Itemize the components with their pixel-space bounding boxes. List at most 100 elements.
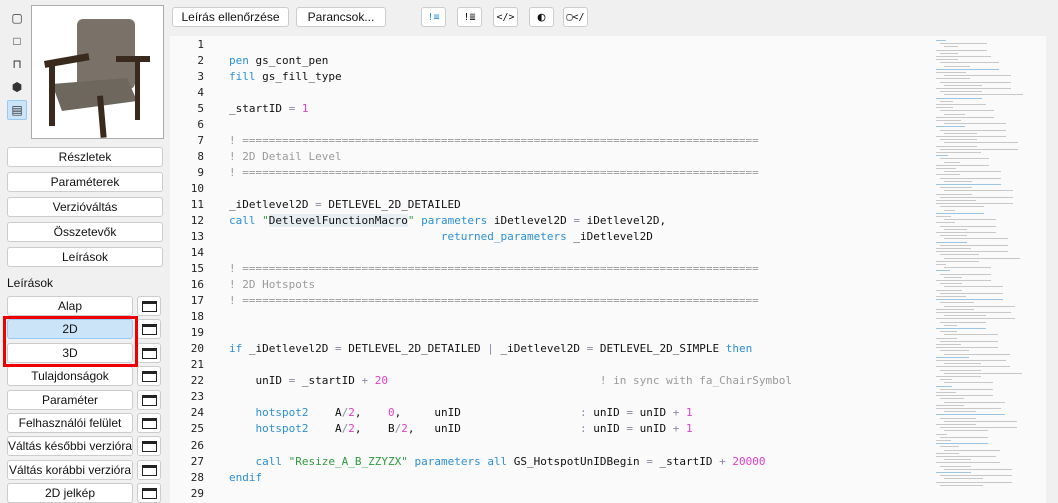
theme-contrast-icon[interactable]: ◐ xyxy=(529,7,554,27)
line-number: 1 xyxy=(197,38,204,51)
warning-list-icon[interactable]: !≡ xyxy=(421,7,446,27)
nav-button[interactable]: Részletek xyxy=(7,147,163,167)
window-icon xyxy=(142,371,157,383)
code-token: _startID xyxy=(652,454,720,468)
open-window-button[interactable] xyxy=(137,342,161,363)
line-number: 5 xyxy=(197,102,204,116)
minimap-line xyxy=(944,411,976,413)
minimap-line xyxy=(936,443,988,445)
window-icon xyxy=(142,394,157,406)
code-token: parameters all xyxy=(414,454,508,468)
code-token: 1 xyxy=(301,102,309,116)
script-button[interactable]: Alap xyxy=(7,296,133,316)
minimap-line xyxy=(944,65,970,67)
minimap-line xyxy=(944,267,991,269)
minimap-line xyxy=(940,398,964,400)
minimap-line xyxy=(936,49,987,51)
code-token: gs_fill_type xyxy=(255,70,342,84)
code-format-icon[interactable]: </> xyxy=(493,7,518,27)
code-text: returned_parameters _iDetlevel2D xyxy=(229,229,653,245)
commands-button[interactable]: Parancsok... xyxy=(296,7,386,27)
minimap-line xyxy=(940,100,953,102)
minimap-line xyxy=(944,324,957,326)
scripts-heading: Leírások xyxy=(7,276,54,290)
minimap-line xyxy=(936,344,961,345)
check-script-button[interactable]: Leírás ellenőrzése xyxy=(172,7,289,27)
minimap-line xyxy=(936,356,969,358)
minimap-line xyxy=(944,190,1013,192)
open-window-button[interactable] xyxy=(137,296,161,316)
code-token: "Resize_A_B_ZZYZX" xyxy=(288,454,408,468)
open-window-button[interactable] xyxy=(137,436,161,457)
view-2d-icon[interactable]: ▢ xyxy=(7,8,27,28)
line-number: 18 xyxy=(190,310,204,324)
script-button[interactable]: 2D jelkép xyxy=(7,483,133,503)
code-token: 1 xyxy=(686,422,693,436)
minimap-line xyxy=(936,222,955,224)
code-editor[interactable]: 1 2 pen gs_cont_pen 3 fill gs_fill_type 4 5 _st… xyxy=(170,36,930,503)
minimap-line xyxy=(944,257,1020,259)
code-token: 2 xyxy=(348,422,355,436)
code-token: _startID xyxy=(295,374,362,388)
minimap-line xyxy=(936,308,974,310)
code-window-icon[interactable]: ▢</ xyxy=(563,7,588,27)
minimap-line xyxy=(936,203,1013,205)
code-token: : xyxy=(580,422,587,436)
minimap-line xyxy=(940,81,1011,83)
floor-plan-icon[interactable]: ⊓ xyxy=(7,54,27,74)
view-3d-icon[interactable]: □ xyxy=(7,31,27,51)
code-token: unID xyxy=(229,374,289,388)
code-token: 2 xyxy=(401,422,408,436)
code-token: , xyxy=(354,406,388,420)
warning-list-bold-icon[interactable]: !≣ xyxy=(457,7,482,27)
cube-icon[interactable]: ⬢ xyxy=(7,77,27,97)
minimap-line xyxy=(936,248,971,249)
line-number: 28 xyxy=(190,470,204,484)
code-token: ! 2D Hotspots xyxy=(229,278,316,292)
minimap-line xyxy=(936,312,1011,313)
line-number: 10 xyxy=(190,182,204,196)
minimap-line xyxy=(944,401,1005,403)
line-number: 24 xyxy=(190,406,204,420)
minimap-line xyxy=(940,62,999,64)
line-number: 8 xyxy=(197,150,204,164)
vertical-scrollbar[interactable] xyxy=(1046,36,1058,503)
open-window-button[interactable] xyxy=(137,389,161,410)
code-text: pen gs_cont_pen xyxy=(229,53,328,69)
script-button[interactable]: Paraméter xyxy=(7,389,133,410)
nav-button[interactable]: Verzióváltás xyxy=(7,197,163,217)
minimap-line xyxy=(936,395,993,397)
line-number: 13 xyxy=(190,230,204,244)
nav-button[interactable]: Leírások xyxy=(7,247,163,267)
script-button[interactable]: Tulajdonságok xyxy=(7,366,133,387)
script-list-icon[interactable]: ▤ xyxy=(7,100,27,120)
open-window-button[interactable] xyxy=(137,413,161,433)
script-button[interactable]: Felhasználói felület xyxy=(7,413,133,433)
line-number: 21 xyxy=(190,358,204,372)
line-number: 15 xyxy=(190,262,204,276)
nav-button[interactable]: Paraméterek xyxy=(7,172,163,192)
open-window-button[interactable] xyxy=(137,483,161,503)
code-minimap[interactable] xyxy=(930,36,1046,503)
minimap-line xyxy=(936,97,982,99)
open-window-button[interactable] xyxy=(137,459,161,480)
line-number: 27 xyxy=(190,454,204,468)
open-window-button[interactable] xyxy=(137,366,161,387)
minimap-line xyxy=(944,94,1023,96)
minimap-line xyxy=(944,219,996,221)
nav-button[interactable]: Összetevők xyxy=(7,222,163,242)
script-button[interactable]: Váltás korábbi verzióra xyxy=(7,459,133,480)
minimap-line xyxy=(936,414,1005,416)
minimap-line xyxy=(940,465,971,467)
minimap-line xyxy=(944,209,955,211)
code-token: _startID xyxy=(229,102,289,116)
minimap-line xyxy=(940,340,998,342)
script-button[interactable]: Váltás későbbi verzióra xyxy=(7,436,133,457)
code-token: call xyxy=(229,214,256,228)
minimap-line xyxy=(944,228,967,230)
minimap-line xyxy=(944,449,1000,451)
window-icon xyxy=(142,324,157,336)
open-window-button[interactable] xyxy=(137,319,161,340)
minimap-line xyxy=(936,376,981,377)
